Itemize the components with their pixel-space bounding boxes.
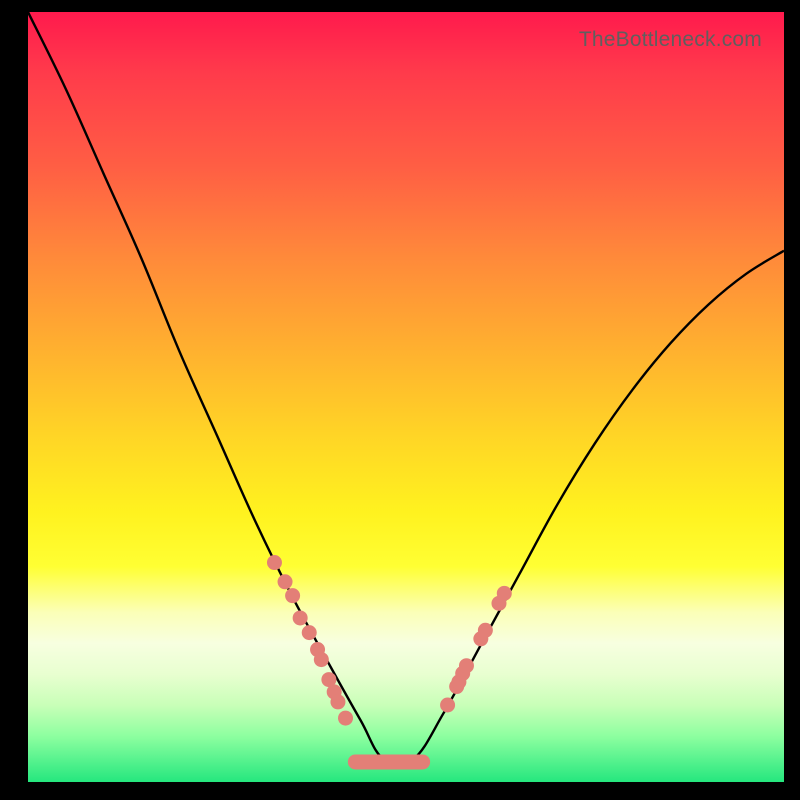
plot-area: TheBottleneck.com (28, 12, 784, 782)
threshold-marker (302, 625, 317, 640)
bottleneck-curve-svg (28, 12, 784, 782)
threshold-marker (338, 711, 353, 726)
threshold-marker (440, 698, 455, 713)
threshold-marker (278, 574, 293, 589)
threshold-markers-left (267, 555, 353, 726)
threshold-marker (330, 694, 345, 709)
threshold-marker (478, 623, 493, 638)
threshold-marker (459, 658, 474, 673)
curve-group (28, 12, 784, 765)
threshold-marker (314, 652, 329, 667)
threshold-marker (293, 610, 308, 625)
threshold-marker (497, 586, 512, 601)
attribution-watermark: TheBottleneck.com (579, 28, 762, 52)
threshold-marker (267, 555, 282, 570)
threshold-markers-right (440, 586, 512, 713)
threshold-marker (285, 588, 300, 603)
bottleneck-curve (28, 12, 784, 765)
chart-stage: TheBottleneck.com (0, 0, 800, 800)
